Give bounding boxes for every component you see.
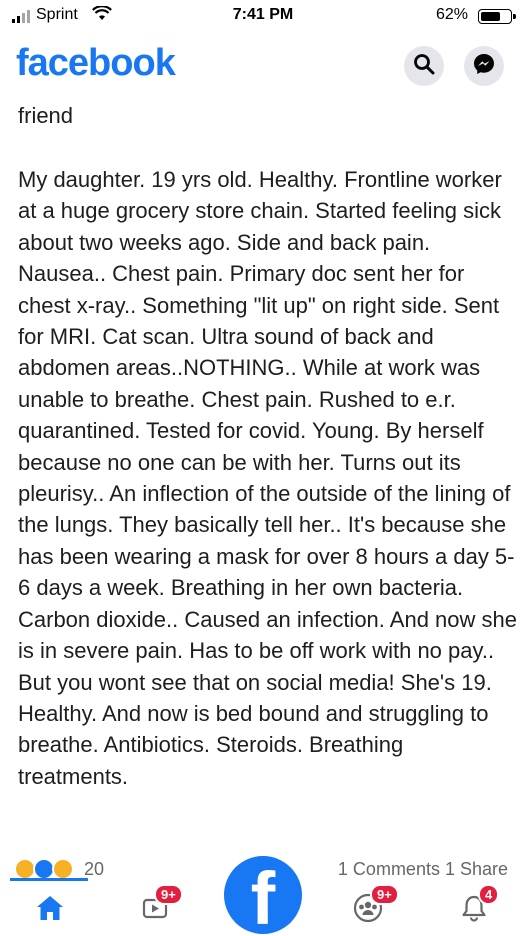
- messenger-icon: [472, 52, 496, 81]
- reaction-count[interactable]: 20: [84, 859, 104, 880]
- facebook-app-button[interactable]: f: [224, 856, 302, 934]
- battery-percent: 62%: [435, 6, 468, 23]
- reaction-icons: [14, 858, 74, 880]
- battery-icon: [478, 9, 516, 24]
- home-icon: [35, 894, 65, 927]
- groups-badge: 9+: [370, 884, 399, 905]
- status-bar: Sprint 7:41 PM 62%: [0, 0, 526, 34]
- tab-groups[interactable]: 9+: [346, 884, 399, 930]
- messenger-button[interactable]: [464, 46, 504, 86]
- watch-badge: 9+: [154, 884, 183, 905]
- facebook-logo[interactable]: facebook: [16, 42, 176, 85]
- search-icon: [413, 53, 435, 80]
- tab-watch[interactable]: 9+: [134, 884, 183, 930]
- post-body: My daughter. 19 yrs old. Healthy. Frontl…: [18, 167, 517, 789]
- notifications-badge: 4: [478, 884, 500, 905]
- tab-notifications[interactable]: 4: [452, 884, 500, 930]
- facebook-f-icon: f: [250, 857, 276, 935]
- search-button[interactable]: [404, 46, 444, 86]
- tab-home[interactable]: [28, 890, 72, 930]
- active-tab-indicator: [10, 878, 88, 881]
- wow-reaction-icon: [52, 858, 74, 880]
- comments-shares[interactable]: 1 Comments 1 Share: [338, 859, 508, 880]
- post-author[interactable]: friend: [18, 103, 73, 129]
